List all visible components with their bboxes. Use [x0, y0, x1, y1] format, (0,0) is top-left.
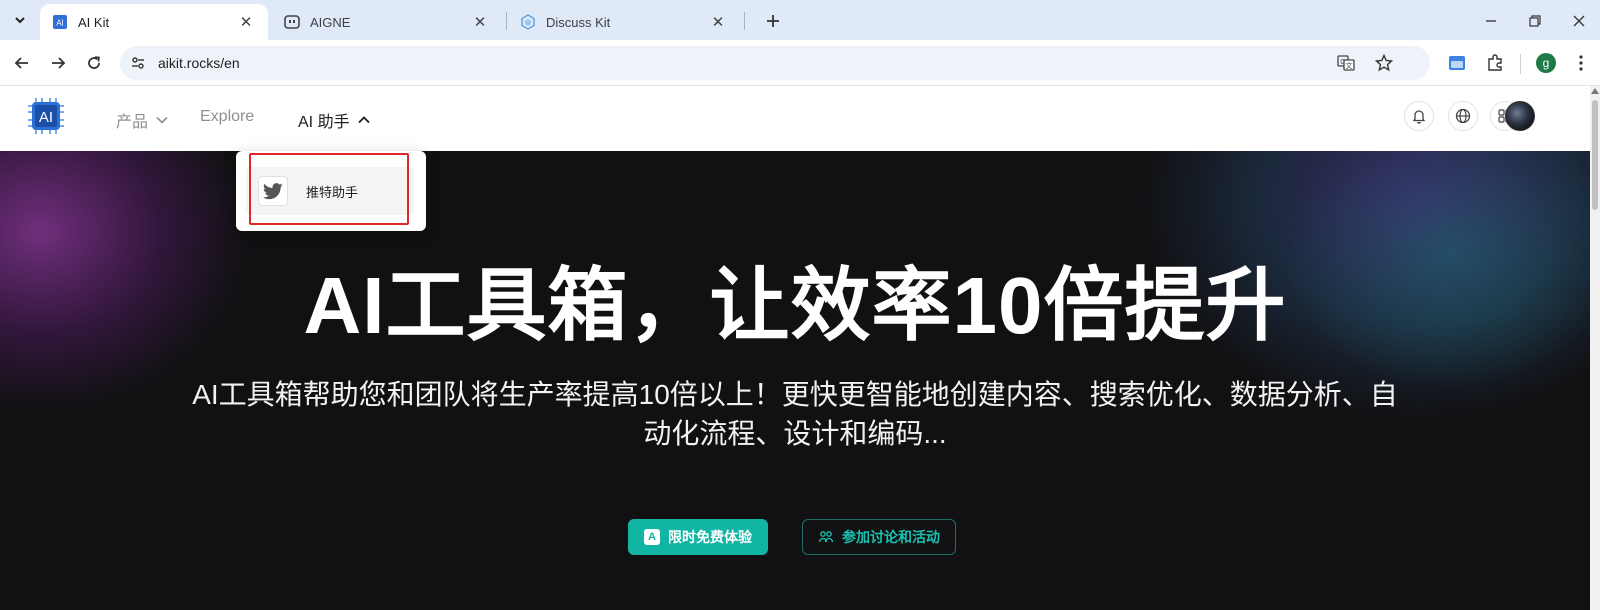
chevron-down-icon	[15, 17, 25, 24]
window-close-button[interactable]	[1566, 8, 1592, 34]
tab-title: AI Kit	[78, 14, 110, 30]
minimize-button[interactable]	[1478, 8, 1504, 34]
extensions-button[interactable]	[1482, 50, 1508, 76]
community-icon	[818, 529, 834, 545]
nav-products-label: 产品	[116, 114, 149, 131]
chevron-down-icon	[156, 116, 168, 124]
join-discussion-button[interactable]: 参加讨论和活动	[802, 519, 956, 555]
reload-icon	[88, 56, 100, 69]
nav-explore[interactable]: Explore	[200, 108, 254, 126]
svg-text:AI: AI	[39, 109, 53, 126]
aikit-favicon: AI	[52, 14, 68, 30]
restore-icon	[1529, 15, 1541, 27]
close-icon[interactable]: ✕	[708, 12, 728, 32]
puzzle-icon	[1488, 54, 1502, 71]
svg-text:AI: AI	[56, 19, 64, 28]
notifications-button[interactable]	[1404, 101, 1434, 131]
nav-ai-assistant[interactable]: AI 助手	[298, 108, 370, 132]
sidepanel-icon	[1449, 56, 1465, 70]
sidepanel-button[interactable]	[1444, 50, 1470, 76]
bookmark-button[interactable]	[1372, 51, 1396, 75]
reload-button[interactable]	[80, 49, 108, 77]
minimize-icon	[1486, 20, 1496, 22]
site-logo[interactable]: AI	[26, 96, 66, 136]
tab-ai-kit[interactable]: AI AI Kit ✕	[40, 4, 268, 40]
arrow-left-icon	[14, 57, 28, 69]
tab-title: Discuss Kit	[546, 14, 611, 30]
scrollbar-thumb[interactable]	[1592, 100, 1598, 210]
profile-avatar[interactable]: g	[1536, 53, 1556, 73]
back-button[interactable]	[8, 49, 36, 77]
discuss-kit-favicon	[520, 14, 536, 30]
more-vertical-icon	[1579, 55, 1583, 71]
tab-separator	[744, 12, 745, 30]
triangle-up-icon	[1591, 88, 1599, 94]
globe-icon	[1455, 108, 1471, 124]
close-icon[interactable]: ✕	[470, 12, 490, 32]
url-text[interactable]: aikit.rocks/en	[158, 55, 240, 71]
scroll-up-arrow[interactable]	[1591, 88, 1599, 98]
browser-tab-strip: AI AI Kit ✕ AIGNE ✕ Discuss Kit ✕	[0, 0, 1600, 40]
annotation-highlight-box	[249, 153, 409, 225]
tune-icon	[132, 57, 144, 69]
aigne-favicon	[284, 14, 300, 30]
site-info-button[interactable]	[126, 51, 150, 75]
new-tab-button[interactable]	[760, 8, 786, 34]
user-avatar[interactable]	[1505, 101, 1535, 131]
close-icon	[1573, 15, 1585, 27]
free-trial-button[interactable]: A 限时免费体验	[628, 519, 768, 555]
address-bar[interactable]: aikit.rocks/en G文	[120, 46, 1430, 80]
forward-button[interactable]	[44, 49, 72, 77]
restore-button[interactable]	[1522, 8, 1548, 34]
plus-icon	[767, 15, 779, 27]
chevron-up-icon	[357, 116, 370, 124]
browser-toolbar: aikit.rocks/en G文 g	[0, 40, 1600, 86]
svg-text:文: 文	[1346, 61, 1353, 70]
translate-icon: G文	[1337, 55, 1355, 71]
tab-separator	[506, 12, 507, 30]
free-trial-label: 限时免费体验	[668, 529, 752, 545]
translate-button[interactable]: G文	[1334, 51, 1358, 75]
tab-search-button[interactable]	[6, 8, 34, 32]
bell-icon	[1412, 110, 1426, 124]
close-icon[interactable]: ✕	[236, 12, 256, 32]
star-icon	[1375, 54, 1393, 72]
join-discussion-label: 参加讨论和活动	[842, 529, 940, 545]
site-header: AI 产品 Explore AI 助手	[0, 86, 1590, 151]
arrow-right-icon	[52, 57, 66, 69]
hero-subtitle: AI工具箱帮助您和团队将生产率提高10倍以上！更快更智能地创建内容、搜索优化、数…	[192, 379, 1398, 449]
nav-ai-assistant-label: AI 助手	[298, 114, 350, 131]
tab-title: AIGNE	[310, 14, 351, 30]
language-button[interactable]	[1448, 101, 1478, 131]
hero-title: AI工具箱，让效率10倍提升	[303, 261, 1287, 350]
nav-products[interactable]: 产品	[116, 108, 168, 132]
app-logo-icon: A	[644, 529, 660, 545]
tab-aigne[interactable]: AIGNE ✕	[272, 4, 502, 40]
tab-discuss-kit[interactable]: Discuss Kit ✕	[508, 4, 740, 40]
menu-button[interactable]	[1568, 50, 1594, 76]
toolbar-separator	[1520, 54, 1521, 74]
